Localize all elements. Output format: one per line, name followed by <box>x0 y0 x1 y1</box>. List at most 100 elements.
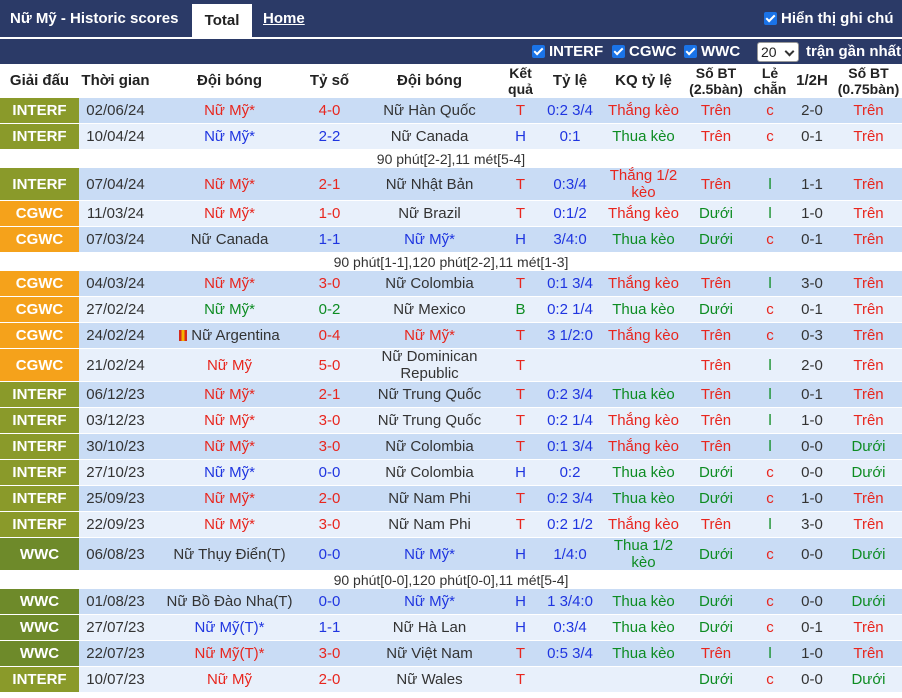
league-badge[interactable]: WWC <box>0 589 79 614</box>
away-team[interactable]: Nữ Dominican Republic <box>352 348 507 382</box>
half-time-score: 0-0 <box>801 545 823 563</box>
filter-wwc[interactable]: WWC <box>684 39 740 64</box>
goals-25: Trên <box>700 275 732 292</box>
away-team[interactable]: Nữ Mexico <box>352 297 507 322</box>
away-team[interactable]: Nữ Mỹ* <box>352 589 507 614</box>
result: T <box>515 175 526 193</box>
match-date: 07/03/24 <box>86 231 145 248</box>
away-team[interactable]: Nữ Nam Phi <box>352 512 507 537</box>
home-team[interactable]: Nữ Mỹ <box>152 667 307 692</box>
filter-interf[interactable]: INTERF <box>532 39 603 64</box>
goals-075: Trên <box>853 275 884 292</box>
away-team[interactable]: Nữ Colombia <box>352 460 507 485</box>
away-team[interactable]: Nữ Colombia <box>352 434 507 459</box>
away-team[interactable]: Nữ Mỹ* <box>352 538 507 570</box>
league-badge[interactable]: INTERF <box>0 667 79 692</box>
home-team[interactable]: Nữ Bồ Đào Nha(T) <box>152 589 307 614</box>
odds: 0:2 1/4 <box>547 301 593 318</box>
show-notes-toggle[interactable]: Hiển thị ghi chú <box>764 0 894 37</box>
odds-result: Thua kèo <box>612 593 675 610</box>
home-team[interactable]: Nữ Canada <box>152 227 307 252</box>
half-time-score: 1-1 <box>801 175 823 193</box>
filter-label: INTERF <box>549 43 604 60</box>
league-badge[interactable]: INTERF <box>0 382 79 407</box>
home-team[interactable]: Nữ Mỹ(T)* <box>152 641 307 666</box>
match-count-select[interactable]: 20 <box>757 42 799 62</box>
result: H <box>515 231 526 248</box>
home-team[interactable]: Nữ Mỹ* <box>152 382 307 407</box>
league-badge[interactable]: CGWC <box>0 271 79 296</box>
checkbox-icon[interactable] <box>764 12 777 25</box>
tab-home[interactable]: Home <box>263 0 305 37</box>
away-team[interactable]: Nữ Mỹ* <box>352 227 507 252</box>
league-badge[interactable]: CGWC <box>0 201 79 226</box>
home-team[interactable]: Nữ Mỹ* <box>152 124 307 149</box>
league-badge[interactable]: INTERF <box>0 98 79 123</box>
tab-total[interactable]: Total <box>192 4 252 37</box>
league-badge[interactable]: INTERF <box>0 512 79 537</box>
league-badge[interactable]: CGWC <box>0 323 79 348</box>
home-team[interactable]: Nữ Thụy Điển(T) <box>152 538 307 570</box>
home-team[interactable]: Nữ Mỹ* <box>152 98 307 123</box>
filter-cgwc[interactable]: CGWC <box>612 39 677 64</box>
score: 1-1 <box>318 231 341 248</box>
away-team[interactable]: Nữ Colombia <box>352 271 507 296</box>
odds-result <box>606 349 681 381</box>
col-score: Tỷ số <box>309 72 350 89</box>
match-date: 27/10/23 <box>86 464 145 481</box>
league-badge[interactable]: INTERF <box>0 408 79 433</box>
league-badge[interactable]: CGWC <box>0 349 79 381</box>
half-time-score: 3-0 <box>801 275 823 292</box>
odds-result: Thua kèo <box>612 128 675 145</box>
home-team[interactable]: Nữ Mỹ* <box>152 512 307 537</box>
away-team[interactable]: Nữ Trung Quốc <box>352 382 507 407</box>
away-team[interactable]: Nữ Hà Lan <box>352 615 507 640</box>
home-team[interactable]: Nữ Mỹ* <box>152 168 307 200</box>
away-team[interactable]: Nữ Nhật Bản <box>352 168 507 200</box>
result: T <box>515 275 526 292</box>
league-badge[interactable]: CGWC <box>0 227 79 252</box>
league-badge[interactable]: WWC <box>0 615 79 640</box>
checkbox-icon[interactable] <box>612 45 625 58</box>
home-team[interactable]: Nữ Mỹ* <box>152 271 307 296</box>
away-team[interactable]: Nữ Mỹ* <box>352 323 507 348</box>
league-badge[interactable]: INTERF <box>0 434 79 459</box>
away-team[interactable]: Nữ Nam Phi <box>352 486 507 511</box>
col-odds: Tỷ lệ <box>552 72 588 89</box>
league-badge[interactable]: WWC <box>0 641 79 666</box>
away-team[interactable]: Nữ Trung Quốc <box>352 408 507 433</box>
away-team[interactable]: Nữ Canada <box>352 124 507 149</box>
home-team[interactable]: Nữ Mỹ* <box>152 434 307 459</box>
goals-25: Trên <box>700 356 732 374</box>
historic-scores-page: Nữ Mỹ - Historic scores Total Home Hiển … <box>0 0 902 698</box>
checkbox-icon[interactable] <box>532 45 545 58</box>
home-team[interactable]: Nữ Mỹ <box>152 349 307 381</box>
score: 3-0 <box>318 645 341 662</box>
result: T <box>515 205 526 222</box>
league-badge[interactable]: INTERF <box>0 486 79 511</box>
odds <box>534 667 606 692</box>
checkbox-icon[interactable] <box>684 45 697 58</box>
league-badge[interactable]: INTERF <box>0 124 79 149</box>
league-badge[interactable]: CGWC <box>0 297 79 322</box>
away-team[interactable]: Nữ Việt Nam <box>352 641 507 666</box>
home-team[interactable]: Nữ Mỹ* <box>152 201 307 226</box>
home-team[interactable]: Nữ Mỹ* <box>152 486 307 511</box>
home-team[interactable]: Nữ Mỹ* <box>152 460 307 485</box>
match-date: 22/07/23 <box>86 645 145 662</box>
league-badge[interactable]: INTERF <box>0 460 79 485</box>
home-team[interactable]: Nữ Mỹ* <box>152 297 307 322</box>
odds-result: Thua kèo <box>612 301 675 318</box>
home-team[interactable]: Nữ Mỹ* <box>152 408 307 433</box>
league-badge[interactable]: WWC <box>0 538 79 570</box>
home-team[interactable]: Nữ Argentina <box>152 323 307 348</box>
away-team[interactable]: Nữ Wales <box>352 667 507 692</box>
league-badge[interactable]: INTERF <box>0 168 79 200</box>
away-team[interactable]: Nữ Hàn Quốc <box>352 98 507 123</box>
col-goals-25: Số BT (2.5bàn) <box>689 65 743 97</box>
odds: 0:5 3/4 <box>547 645 593 662</box>
score: 0-2 <box>318 301 341 318</box>
away-team[interactable]: Nữ Brazil <box>352 201 507 226</box>
goals-25: Dưới <box>698 619 734 636</box>
home-team[interactable]: Nữ Mỹ(T)* <box>152 615 307 640</box>
